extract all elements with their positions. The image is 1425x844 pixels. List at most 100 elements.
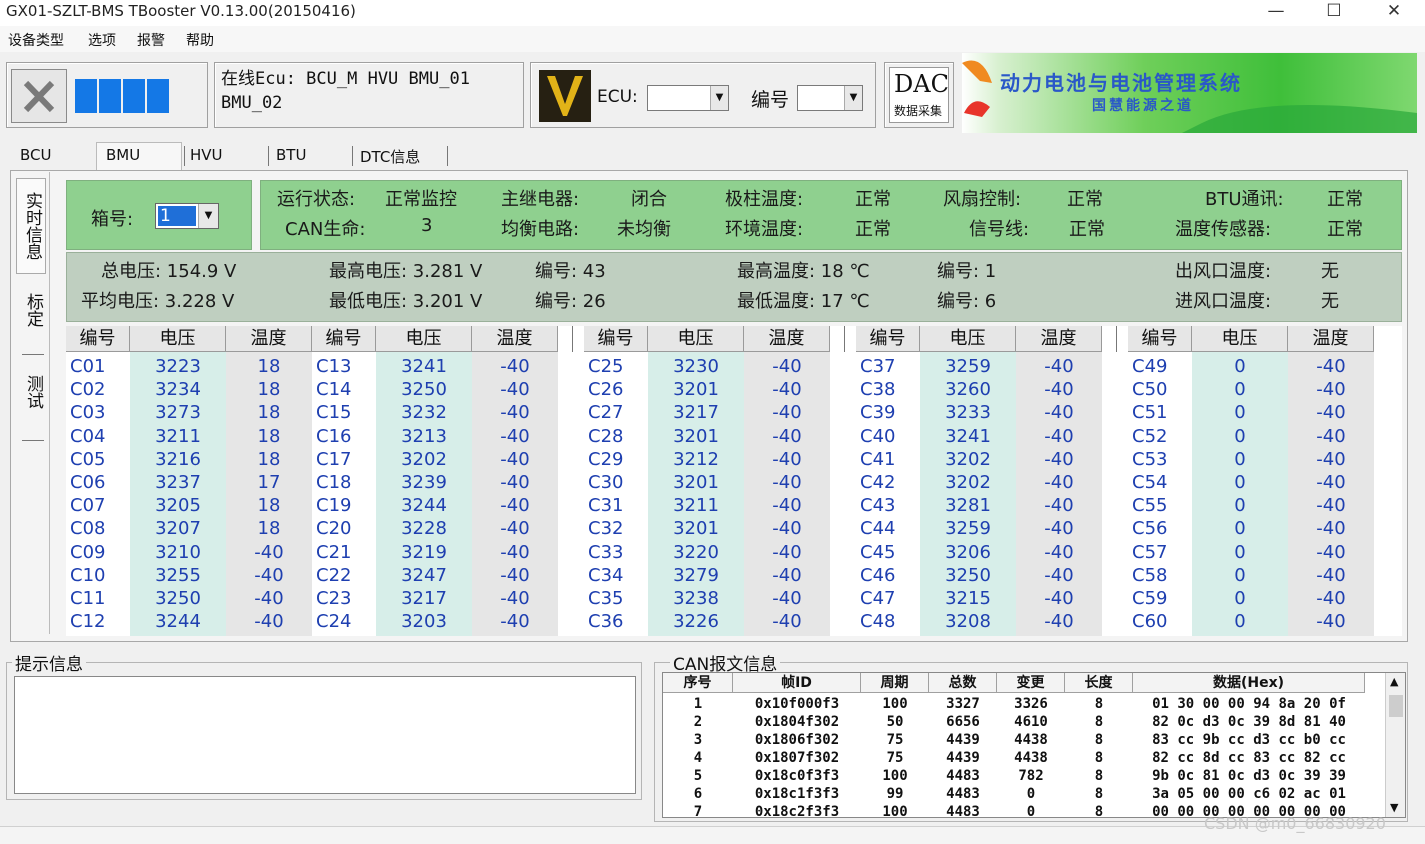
cell-id: C45 <box>860 541 896 563</box>
cell-id: C14 <box>316 379 352 401</box>
cell-id: C12 <box>70 611 106 633</box>
can-header[interactable]: 变更 <box>997 673 1065 693</box>
signal-bar-4 <box>147 79 169 113</box>
tab-btu[interactable]: BTU <box>276 146 306 164</box>
cell-id: C57 <box>1132 541 1168 563</box>
chevron-down-icon[interactable]: ▼ <box>844 86 862 110</box>
status-fan-value: 正常 <box>1067 189 1103 210</box>
cell-temperature: -40 <box>500 564 530 586</box>
number-select[interactable]: ▼ <box>797 85 863 111</box>
inlet-temperature-value: 无 <box>1321 291 1339 312</box>
cell-voltage: 3207 <box>155 518 201 540</box>
cell-header: 温度 <box>1288 326 1374 352</box>
cell-voltage: 0 <box>1234 448 1246 470</box>
cell-id: C05 <box>70 448 106 470</box>
can-header[interactable]: 数据(Hex) <box>1133 673 1365 693</box>
side-tab-calibration[interactable]: 标定 <box>16 280 46 340</box>
can-cell: 3a 05 00 00 c6 02 ac 01 <box>1152 786 1346 802</box>
can-header[interactable]: 长度 <box>1065 673 1133 693</box>
tab-bcu[interactable]: BCU <box>20 146 51 164</box>
signal-bar-3 <box>123 79 145 113</box>
menu-options[interactable]: 选项 <box>88 30 116 50</box>
cell-voltage: 3273 <box>155 402 201 424</box>
scroll-down-icon[interactable]: ▼ <box>1390 801 1398 814</box>
menu-device-type[interactable]: 设备类型 <box>8 30 64 50</box>
can-cell: 6656 <box>946 714 980 730</box>
cell-voltage: 3281 <box>945 495 991 517</box>
cell-header: 电压 <box>920 326 1016 352</box>
status-signal-value: 正常 <box>1069 219 1105 240</box>
chevron-down-icon[interactable]: ▼ <box>710 86 728 110</box>
cell-temperature: -40 <box>500 472 530 493</box>
cell-id: C54 <box>1132 472 1168 493</box>
cell-id: C08 <box>70 518 106 540</box>
banner: 动力电池与电池管理系统 国慧能源之道 <box>962 53 1417 133</box>
dac-group: DAC 数据采集 <box>884 62 954 128</box>
menu-bar: 设备类型 选项 报警 帮助 <box>0 26 1425 52</box>
scroll-up-icon[interactable]: ▲ <box>1390 675 1398 688</box>
can-cell: 4483 <box>946 786 980 802</box>
cell-id: C13 <box>316 356 352 377</box>
ecu-select[interactable]: ▼ <box>647 85 729 111</box>
cell-voltage: 3220 <box>673 541 719 563</box>
cell-temperature: -40 <box>772 518 802 540</box>
cell-temperature: 18 <box>257 402 281 424</box>
cell-voltage: 3202 <box>945 448 991 470</box>
can-scrollbar[interactable]: ▲ ▼ <box>1385 673 1405 817</box>
status-fan-label: 风扇控制: <box>943 189 1022 210</box>
menu-help[interactable]: 帮助 <box>186 30 214 50</box>
cell-id: C18 <box>316 472 352 493</box>
chevron-down-icon[interactable]: ▼ <box>198 204 218 228</box>
can-cell: 75 <box>886 750 904 766</box>
minimize-button[interactable]: — <box>1253 0 1299 24</box>
side-tab-realtime[interactable]: 实时信息 <box>16 178 46 274</box>
cell-id: C28 <box>588 425 624 447</box>
cell-id: C38 <box>860 379 896 401</box>
can-cell: 5 <box>693 768 703 784</box>
cell-temperature: -40 <box>1044 356 1074 377</box>
cell-id: C01 <box>70 356 106 377</box>
cell-voltage: 3232 <box>401 402 447 424</box>
hint-textarea[interactable] <box>14 676 636 794</box>
cell-temperature: 17 <box>257 472 281 493</box>
status-sensor-value: 正常 <box>1327 219 1363 240</box>
tab-bmu[interactable]: BMU <box>106 146 140 164</box>
can-cell: 3 <box>693 732 703 748</box>
cell-voltage: 3279 <box>673 564 719 586</box>
tab-hvu[interactable]: HVU <box>190 146 223 164</box>
cell-header: 温度 <box>226 326 312 352</box>
close-button[interactable]: ✕ <box>1371 0 1417 24</box>
can-cell: 0 <box>1026 786 1036 802</box>
can-header[interactable]: 序号 <box>663 673 733 693</box>
tab-dtc[interactable]: DTC信息 <box>360 146 420 167</box>
box-select[interactable]: 1 ▼ <box>155 203 219 229</box>
cell-voltage: 3212 <box>673 448 719 470</box>
cell-id: C15 <box>316 402 352 424</box>
cell-temperature: -40 <box>500 611 530 633</box>
can-header[interactable]: 周期 <box>861 673 929 693</box>
cell-temperature: -40 <box>500 425 530 447</box>
can-cell: 3327 <box>946 696 980 712</box>
dac-button[interactable]: DAC 数据采集 <box>889 67 949 123</box>
tab-divider <box>268 146 269 166</box>
side-tab-divider <box>22 354 44 355</box>
cell-voltage: 3217 <box>673 402 719 424</box>
can-header[interactable]: 总数 <box>929 673 997 693</box>
cell-id: C32 <box>588 518 624 540</box>
cell-temperature: -40 <box>500 518 530 540</box>
maximize-button[interactable]: ☐ <box>1311 0 1357 24</box>
cell-voltage: 0 <box>1234 379 1246 401</box>
cell-voltage: 3217 <box>401 588 447 609</box>
can-cell: 01 30 00 00 94 8a 20 0f <box>1152 696 1346 712</box>
cell-id: C49 <box>1132 356 1168 377</box>
cell-temperature: -40 <box>1316 472 1346 493</box>
disconnect-button[interactable] <box>11 69 67 123</box>
scroll-thumb[interactable] <box>1389 695 1403 717</box>
side-tab-test[interactable]: 测试 <box>16 362 46 422</box>
cell-voltage: 3237 <box>155 472 201 493</box>
cell-voltage: 3216 <box>155 448 201 470</box>
menu-alarm[interactable]: 报警 <box>137 30 165 50</box>
can-header[interactable]: 帧ID <box>733 673 861 693</box>
can-cell: 0x1804f302 <box>754 714 840 730</box>
can-cell: 0x18c2f3f3 <box>754 804 840 818</box>
